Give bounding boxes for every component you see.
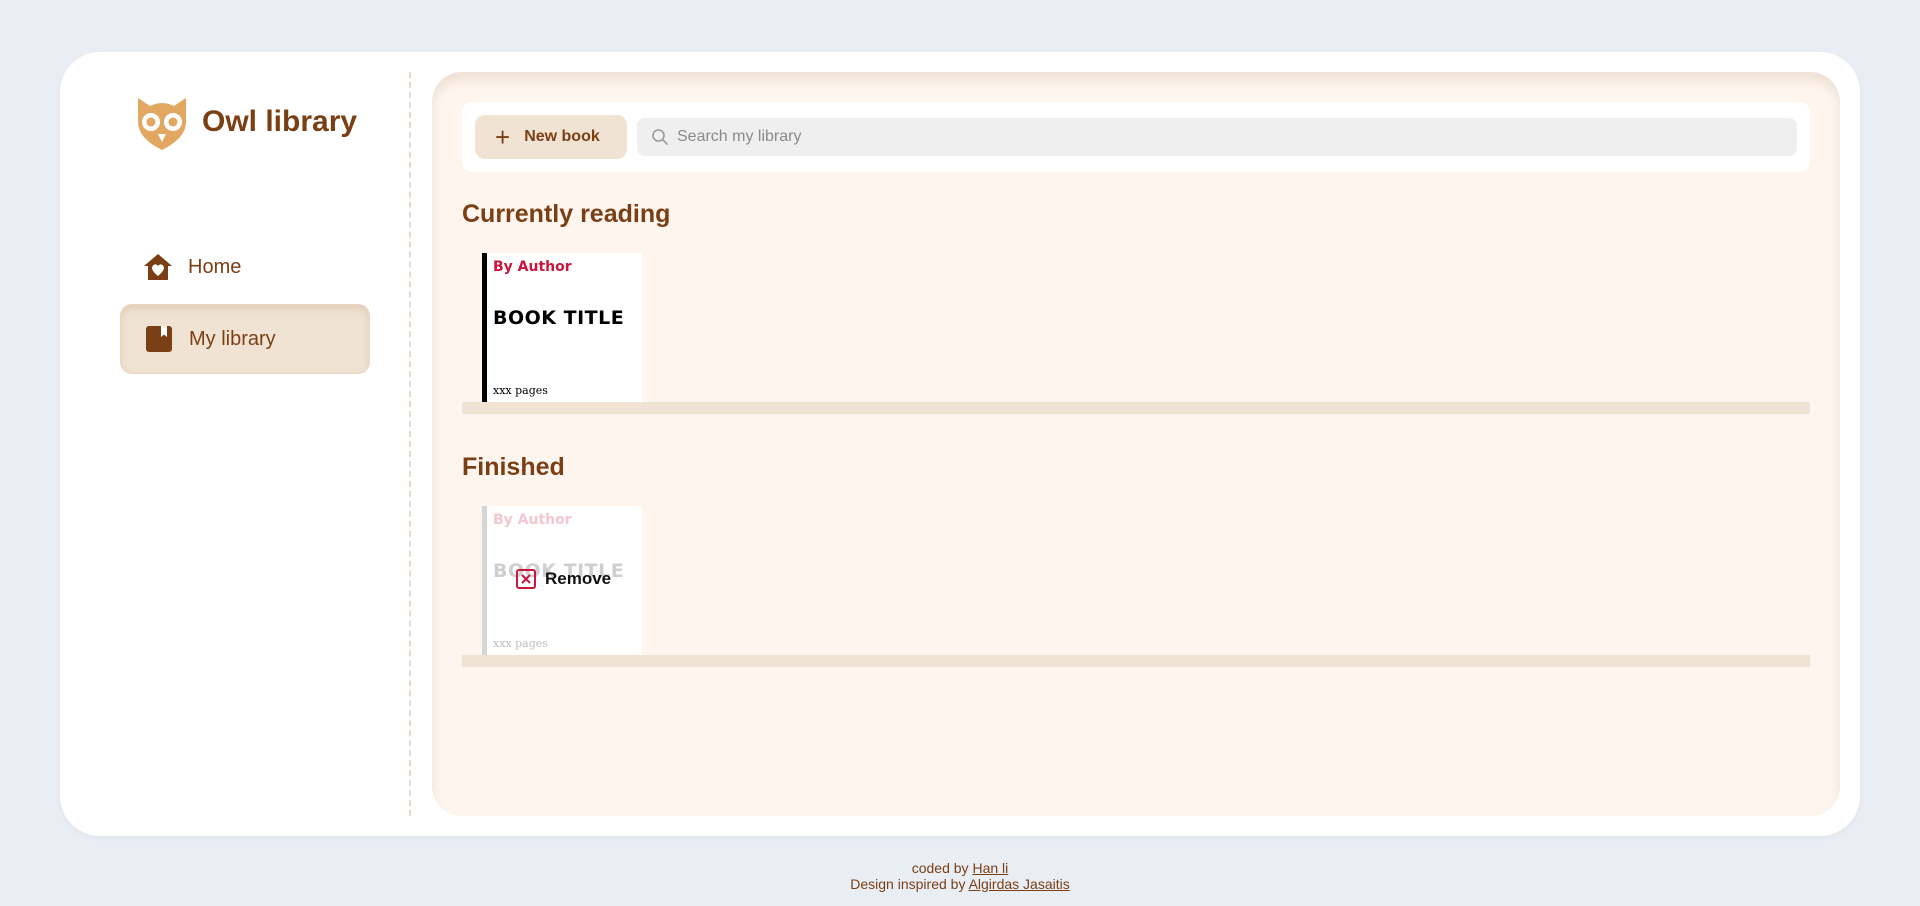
book-pages: xxx pages bbox=[493, 637, 548, 650]
bookmark-book-icon bbox=[146, 326, 172, 352]
search-icon bbox=[652, 129, 668, 145]
owl-logo-icon bbox=[138, 98, 186, 150]
shelf bbox=[462, 402, 1810, 414]
sidebar-item-my-library[interactable]: My library bbox=[120, 304, 370, 374]
logo[interactable]: Owl library bbox=[132, 92, 357, 152]
sidebar: Owl library Home My library bbox=[60, 52, 410, 836]
new-book-button[interactable]: + New book bbox=[475, 115, 627, 159]
new-book-label: New book bbox=[524, 128, 600, 145]
remove-label: Remove bbox=[545, 569, 612, 588]
search-input[interactable] bbox=[677, 128, 1777, 146]
close-box-icon bbox=[516, 569, 536, 589]
footer-author-link[interactable]: Han li bbox=[972, 860, 1008, 876]
footer-designer-link[interactable]: Algirdas Jasaitis bbox=[969, 876, 1070, 892]
footer-inspired-prefix: Design inspired by bbox=[850, 876, 966, 892]
footer-coded-by-prefix: coded by bbox=[911, 860, 969, 876]
book-author: By Author bbox=[493, 512, 572, 528]
sidebar-item-label: Home bbox=[188, 255, 242, 278]
remove-book-button[interactable]: Remove bbox=[515, 568, 611, 590]
footer-inspiration: Design inspired by Algirdas Jasaitis bbox=[0, 876, 1920, 892]
book-card[interactable]: By Author BOOK TITLE xxx pages Remove bbox=[482, 506, 642, 656]
shelf bbox=[462, 655, 1810, 667]
sidebar-item-home[interactable]: Home bbox=[120, 232, 370, 302]
footer-credit: coded by Han li bbox=[0, 860, 1920, 876]
toolbar: + New book bbox=[462, 102, 1810, 172]
sidebar-divider bbox=[409, 72, 411, 816]
book-card[interactable]: By Author BOOK TITLE xxx pages bbox=[482, 253, 642, 403]
sidebar-item-label: My library bbox=[189, 327, 276, 350]
plus-icon: + bbox=[495, 122, 511, 152]
book-author: By Author bbox=[493, 259, 572, 275]
book-pages: xxx pages bbox=[493, 384, 548, 397]
app-title: Owl library bbox=[202, 105, 358, 138]
home-heart-icon bbox=[144, 254, 172, 280]
app-window: Owl library Home My library + New book S… bbox=[60, 52, 1860, 836]
main-content: + New book Currently reading By Author B… bbox=[432, 72, 1840, 816]
book-title: BOOK TITLE bbox=[493, 307, 625, 329]
section-title-currently-reading: Currently reading bbox=[462, 200, 671, 228]
search-bar[interactable] bbox=[637, 118, 1797, 156]
section-title-finished: Finished bbox=[462, 453, 565, 481]
